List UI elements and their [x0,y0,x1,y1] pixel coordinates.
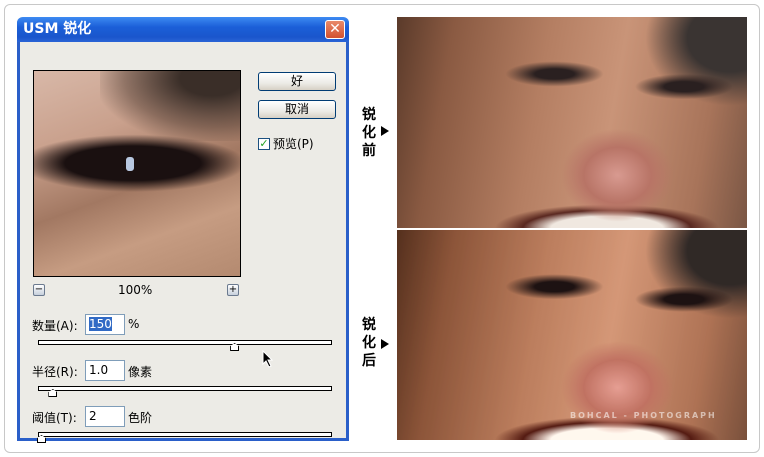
preview-image[interactable] [33,70,241,277]
after-label: 锐化后 [362,317,376,369]
ok-button[interactable]: 好 [258,72,336,91]
radius-slider[interactable] [38,386,332,397]
amount-input[interactable]: 150 [85,314,125,335]
amount-slider[interactable] [38,340,332,351]
usm-sharpen-dialog: USM 锐化 ✕ 好 取消 ✓ 预览(P) − 100% + 数量(A): 150… [17,17,349,443]
amount-label: 数量(A): [32,319,78,333]
threshold-unit: 色阶 [128,411,153,425]
arrow-right-icon [381,126,389,136]
zoom-level: 100% [118,283,153,297]
mouse-cursor-icon [262,350,274,368]
amount-unit: % [128,317,140,331]
before-label: 锐化前 [362,107,376,159]
threshold-label: 阈值(T): [32,411,77,425]
checkmark-icon[interactable]: ✓ [258,137,270,150]
threshold-slider-thumb[interactable] [37,435,46,443]
preview-checkbox[interactable]: ✓ 预览(P) [258,135,314,152]
watermark: BOHCAL - PHOTOGRAPH [570,411,717,420]
amount-slider-thumb[interactable] [230,343,240,351]
before-photo [397,17,747,228]
cancel-button[interactable]: 取消 [258,100,336,119]
preview-label: 预览(P) [273,137,314,151]
threshold-input[interactable]: 2 [85,406,125,427]
radius-label: 半径(R): [32,365,78,379]
amount-value: 150 [89,317,112,331]
zoom-in-button[interactable]: + [227,284,239,296]
radius-input[interactable]: 1.0 [85,360,125,381]
radius-slider-thumb[interactable] [48,389,58,397]
arrow-right-icon [381,339,389,349]
zoom-out-button[interactable]: − [33,284,45,296]
after-photo [397,230,747,440]
threshold-slider[interactable] [37,432,332,443]
radius-unit: 像素 [128,365,153,379]
